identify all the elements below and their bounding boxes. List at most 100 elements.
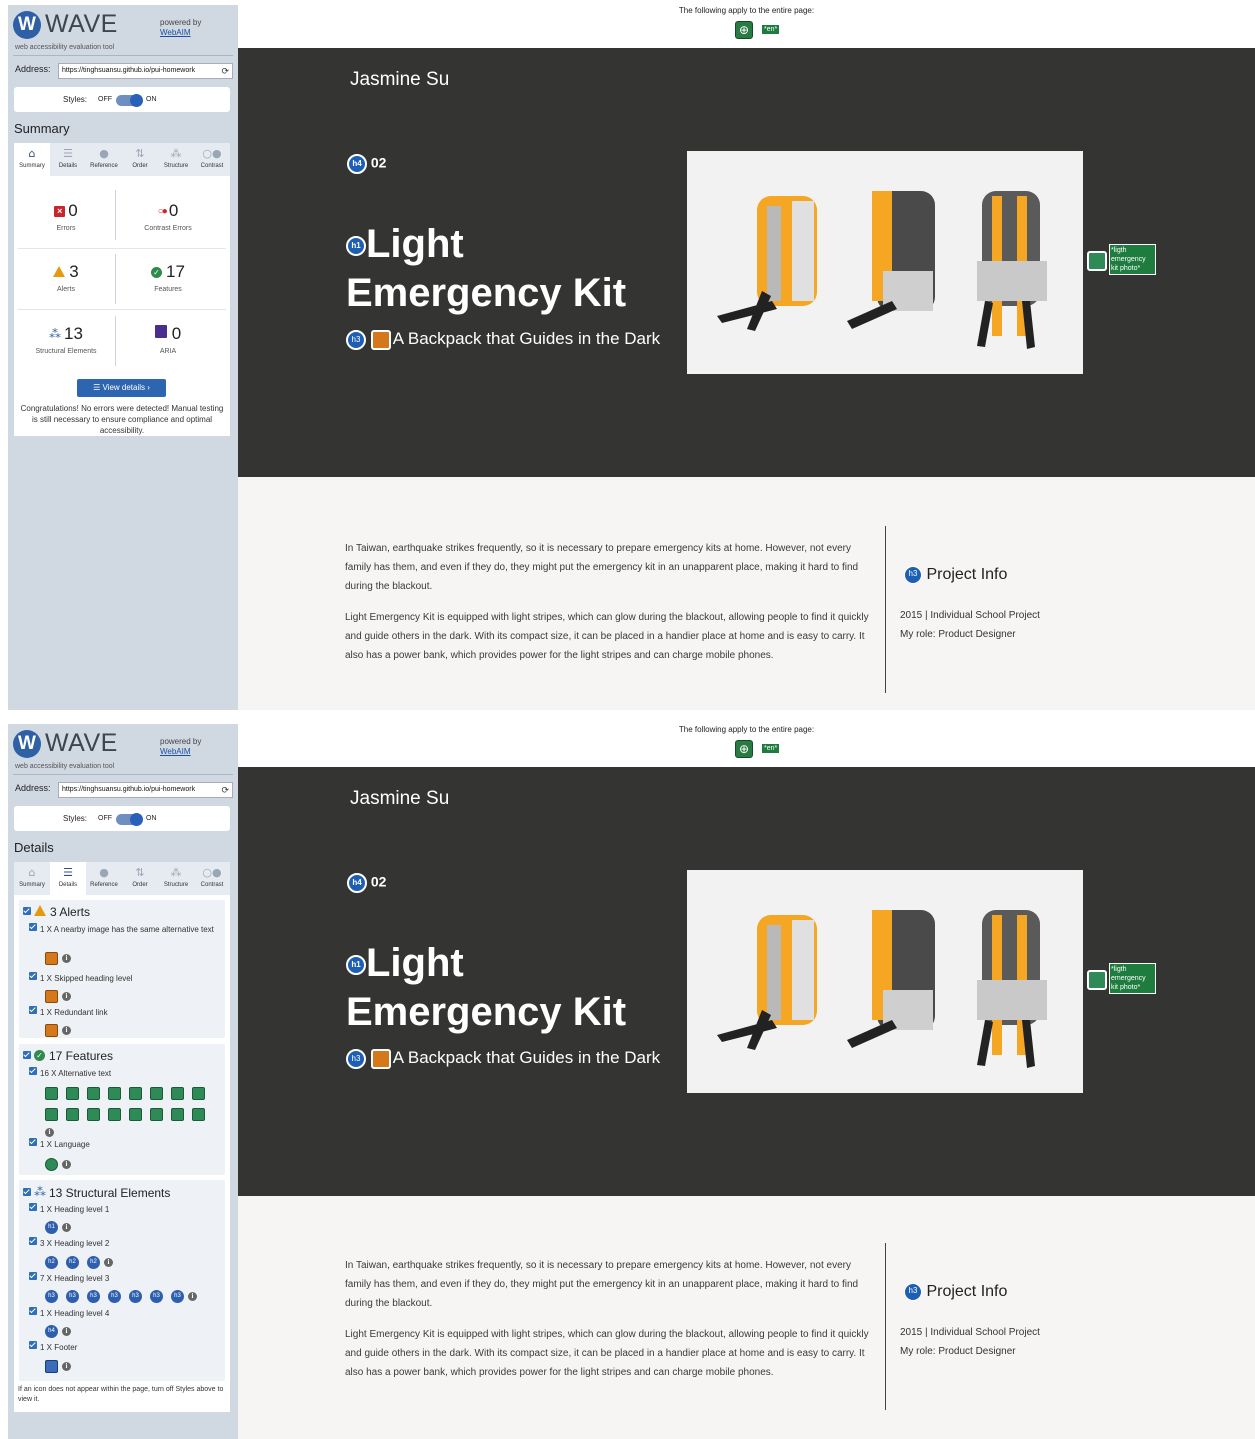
tab-reference[interactable]: ● Reference [86, 862, 122, 895]
reload-icon[interactable]: ⟳ [221, 785, 229, 796]
h3-icon[interactable]: h3 [171, 1290, 184, 1303]
h3-icon[interactable]: h3 [346, 329, 366, 350]
alt-text-icon[interactable] [45, 1108, 58, 1121]
alt-text-icon[interactable] [150, 1087, 163, 1100]
tab-summary[interactable]: ⌂ Summary [14, 862, 50, 895]
alt-text-icon[interactable] [87, 1087, 100, 1100]
skipped-heading-alert-icon[interactable] [370, 329, 391, 350]
h4-icon[interactable]: h4 [347, 154, 367, 174]
tab-order[interactable]: ⇅ Order [122, 862, 158, 895]
structure-item[interactable]: 1 X Heading level 4 [29, 1307, 219, 1319]
structure-item[interactable]: 3 X Heading level 2 [29, 1237, 219, 1249]
reload-icon[interactable]: ⟳ [221, 66, 229, 77]
item-checkbox[interactable] [29, 1203, 37, 1211]
h1-icon[interactable]: h1 [346, 955, 366, 976]
tab-reference[interactable]: ● Reference [86, 143, 122, 176]
h3-icon[interactable]: h3 [66, 1290, 79, 1303]
h4-icon[interactable]: h4 [347, 873, 367, 893]
skipped-heading-alert-icon[interactable] [370, 1048, 391, 1069]
h3-icon[interactable]: h3 [904, 566, 922, 584]
skipped-heading-alert-icon[interactable] [45, 990, 58, 1003]
alert-item[interactable]: 1 X Skipped heading level [29, 972, 219, 984]
styles-toggle[interactable] [116, 813, 143, 826]
item-checkbox[interactable] [29, 1272, 37, 1280]
item-checkbox[interactable] [29, 972, 37, 980]
footer-icon[interactable] [45, 1360, 58, 1373]
tab-contrast[interactable]: ○● Contrast [194, 143, 230, 176]
tab-order[interactable]: ⇅ Order [122, 143, 158, 176]
h3-icon[interactable]: h3 [150, 1290, 163, 1303]
alt-text-icon[interactable] [108, 1108, 121, 1121]
alt-text-icon[interactable] [129, 1108, 142, 1121]
address-input[interactable]: https://tinghsuansu.github.io/pui-homewo… [58, 63, 233, 79]
structure-item[interactable]: 1 X Heading level 1 [29, 1203, 219, 1215]
item-checkbox[interactable] [29, 1006, 37, 1014]
tab-structure[interactable]: ⁂ Structure [158, 143, 194, 176]
alt-text-icon[interactable] [192, 1087, 205, 1100]
aria-stat[interactable]: 0 ARIA [118, 324, 218, 355]
alt-text-image-icon[interactable] [1087, 251, 1107, 271]
view-details-button[interactable]: ☰ View details › [77, 379, 166, 397]
alt-text-icon[interactable] [87, 1108, 100, 1121]
info-icon[interactable]: i [45, 1128, 54, 1137]
h1-icon[interactable]: h1 [45, 1221, 58, 1234]
features-heading[interactable]: ✓ 17 Features [23, 1049, 113, 1063]
features-checkbox[interactable] [23, 1051, 31, 1059]
alt-text-icon[interactable] [192, 1108, 205, 1121]
language-globe-icon[interactable] [45, 1158, 58, 1171]
structure-checkbox[interactable] [23, 1188, 31, 1196]
alt-text-icon[interactable] [171, 1087, 184, 1100]
structural-stat[interactable]: ⁂ 13 Structural Elements [16, 324, 116, 355]
alert-item[interactable]: 1 X A nearby image has the same alternat… [29, 923, 219, 935]
h2-icon[interactable]: h2 [66, 1256, 79, 1269]
h3-icon[interactable]: h3 [904, 1283, 922, 1301]
tab-contrast[interactable]: ○● Contrast [194, 862, 230, 895]
alerts-stat[interactable]: 3 Alerts [16, 262, 116, 293]
structure-heading[interactable]: ⁂ 13 Structural Elements [23, 1185, 170, 1200]
alt-text-icon[interactable] [108, 1087, 121, 1100]
h3-icon[interactable]: h3 [87, 1290, 100, 1303]
alt-text-icon[interactable] [45, 1087, 58, 1100]
info-icon[interactable]: i [62, 1026, 71, 1035]
alt-text-icon[interactable] [129, 1087, 142, 1100]
alt-text-image-icon[interactable] [1087, 970, 1107, 990]
item-checkbox[interactable] [29, 923, 37, 931]
alerts-checkbox[interactable] [23, 907, 31, 915]
alert-item[interactable]: 1 X Redundant link [29, 1006, 219, 1018]
language-globe-icon[interactable]: ⊕ [735, 21, 753, 39]
item-checkbox[interactable] [29, 1067, 37, 1075]
author-name[interactable]: Jasmine Su [350, 788, 449, 810]
info-icon[interactable]: i [62, 1223, 71, 1232]
webaim-link[interactable]: WebAIM [160, 28, 201, 38]
alt-text-icon[interactable] [66, 1108, 79, 1121]
alerts-heading[interactable]: 3 Alerts [23, 905, 90, 919]
redundant-link-alert-icon[interactable] [45, 1024, 58, 1037]
tab-summary[interactable]: ⌂ Summary [14, 143, 50, 176]
alt-text-icon[interactable] [171, 1108, 184, 1121]
h3-icon[interactable]: h3 [108, 1290, 121, 1303]
info-icon[interactable]: i [62, 954, 71, 963]
nearby-image-alert-icon[interactable] [45, 952, 58, 965]
alt-text-icon[interactable] [150, 1108, 163, 1121]
alt-text-icon[interactable] [66, 1087, 79, 1100]
info-icon[interactable]: i [62, 1160, 71, 1169]
item-checkbox[interactable] [29, 1341, 37, 1349]
item-checkbox[interactable] [29, 1237, 37, 1245]
structure-item[interactable]: 7 X Heading level 3 [29, 1272, 219, 1284]
item-checkbox[interactable] [29, 1307, 37, 1315]
h4-icon[interactable]: h4 [45, 1325, 58, 1338]
styles-toggle[interactable] [116, 94, 143, 107]
language-globe-icon[interactable]: ⊕ [735, 740, 753, 758]
h3-icon[interactable]: h3 [346, 1048, 366, 1069]
info-icon[interactable]: i [62, 1327, 71, 1336]
h3-icon[interactable]: h3 [129, 1290, 142, 1303]
h1-icon[interactable]: h1 [346, 236, 366, 257]
h3-icon[interactable]: h3 [45, 1290, 58, 1303]
webaim-link[interactable]: WebAIM [160, 747, 201, 757]
info-icon[interactable]: i [62, 1362, 71, 1371]
feature-item[interactable]: 16 X Alternative text [29, 1067, 219, 1079]
item-checkbox[interactable] [29, 1138, 37, 1146]
info-icon[interactable]: i [104, 1258, 113, 1267]
structure-item[interactable]: 1 X Footer [29, 1341, 219, 1353]
h2-icon[interactable]: h2 [45, 1256, 58, 1269]
